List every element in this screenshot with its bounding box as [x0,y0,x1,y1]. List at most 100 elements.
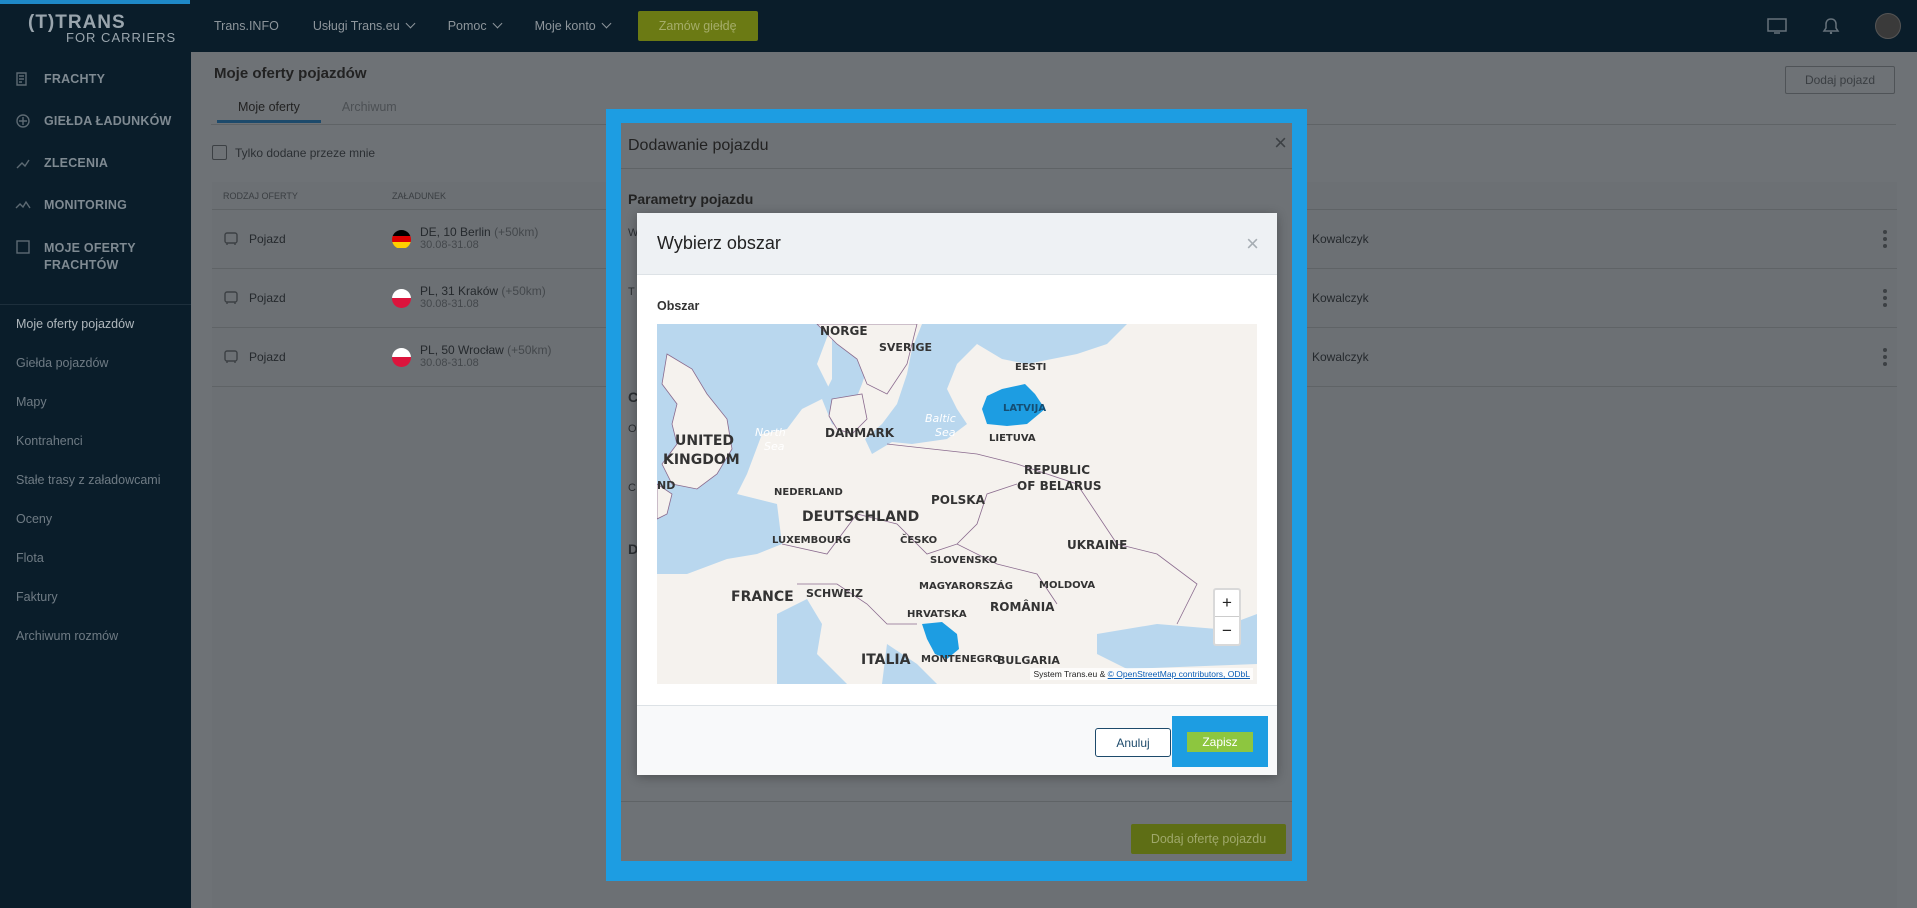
nav-help[interactable]: Pomoc [448,18,503,33]
zoom-out-button[interactable]: − [1215,617,1239,644]
row-menu-icon[interactable] [1883,227,1887,251]
sidebar-item-orders[interactable]: ZLECENIA [0,156,191,198]
offer-type-cell: Pojazd [223,290,286,306]
loading-location: PL, 50 Wrocław (+50km) 30.08-31.08 [420,344,552,370]
nav-services[interactable]: Usługi Trans.eu [313,18,416,33]
sidebar-sub-chat-archive[interactable]: Archiwum rozmów [0,629,191,668]
map-labels: NORGE SVERIGE EESTI LATVIJA LIETUVA UNIT… [657,324,1257,684]
loading-dates: 30.08-31.08 [420,357,479,369]
area-map[interactable]: NORGE SVERIGE EESTI LATVIJA LIETUVA UNIT… [657,324,1257,684]
map-label: ČESKO [900,535,938,546]
row-menu-icon[interactable] [1883,345,1887,369]
sidebar-sub-contractors[interactable]: Kontrahenci [0,434,191,473]
radius: (+50km) [501,284,546,298]
sidebar-sub-ratings[interactable]: Oceny [0,512,191,551]
map-label: SCHWEIZ [806,587,863,600]
logo-line-2: FOR CARRIERS [66,30,177,45]
nav-account-label: Moje konto [534,19,596,33]
city: 50 Wrocław [441,343,504,357]
filter-own-only[interactable]: Tylko dodane przeze mnie [212,145,375,160]
offer-type-cell: Pojazd [223,231,286,247]
sidebar-item-monitoring[interactable]: MONITORING [0,198,191,240]
chevron-down-icon [405,18,416,29]
sidebar-main-menu: FRACHTY GIEŁDA ŁADUNKÓW ZLECENIA MONITOR… [0,52,191,292]
loading-cell: PL, 31 Kraków (+50km) 30.08-31.08 [392,285,546,311]
sidebar-sub-maps[interactable]: Mapy [0,395,191,434]
country-code: DE [420,225,437,239]
top-bar: (T)TRANS FOR CARRIERS Trans.INFO Usługi … [0,0,1917,52]
tab-my-offers[interactable]: Moje oferty [217,100,321,123]
sidebar-item-my-offers[interactable]: MOJE OFERTY FRACHTÓW [0,240,191,292]
map-label: DEUTSCHLAND [802,509,920,525]
map-label: OF BELARUS [1017,479,1102,493]
sidebar-sub-fleet[interactable]: Flota [0,551,191,590]
add-vehicle-offer-button[interactable]: Dodaj ofertę pojazdu [1131,824,1286,854]
save-highlight-frame: Zapisz [1172,716,1268,767]
offer-type: Pojazd [249,291,286,305]
sidebar-sub-menu: Moje oferty pojazdów Giełda pojazdów Map… [0,317,191,668]
flag-de-icon [392,229,411,249]
nav-trans-info[interactable]: Trans.INFO [214,19,279,33]
tab-archive[interactable]: Archiwum [321,100,418,123]
chat-icon[interactable] [1767,18,1787,34]
attribution-prefix: System Trans.eu & [1033,669,1108,679]
avatar[interactable] [1875,13,1901,39]
map-label: LIETUVA [989,433,1036,444]
map-label: POLSKA [931,493,985,507]
close-icon[interactable]: × [1274,130,1287,156]
loading-cell: DE, 10 Berlin (+50km) 30.08-31.08 [392,226,538,252]
select-area-modal-title: Wybierz obszar [657,233,781,253]
map-label: NEDERLAND [774,487,843,498]
nav-account[interactable]: Moje konto [534,18,612,33]
map-label: LUXEMBOURG [772,535,851,546]
select-area-modal: Wybierz obszar × Obszar NORGE SVERIGE EE… [637,213,1277,775]
order-exchange-button[interactable]: Zamów giełdę [637,11,758,41]
contact-person: Kowalczyk [1312,350,1369,364]
top-nav: Trans.INFO Usługi Trans.eu Pomoc Moje ko… [214,0,758,52]
vehicle-params-title: Parametry pojazdu [628,191,754,207]
monitoring-icon [15,200,31,209]
sidebar-item-freight[interactable]: FRACHTY [0,72,191,114]
map-label: LATVIJA [1003,403,1047,414]
map-label: UKRAINE [1067,538,1128,552]
sidebar-item-cargo-exchange[interactable]: GIEŁDA ŁADUNKÓW [0,114,191,156]
map-label: EESTI [1015,362,1047,373]
sidebar-sub-vehicle-exchange[interactable]: Giełda pojazdów [0,356,191,395]
country-code: PL [420,343,435,357]
map-label: DANMARK [825,426,895,440]
orders-icon [16,159,30,169]
map-label: ITALIA [861,652,911,668]
country-code: PL [420,284,435,298]
map-label: MAGYARORSZÁG [919,581,1014,592]
map-label: MOLDOVA [1039,580,1096,591]
map-attribution: System Trans.eu & © OpenStreetMap contri… [1030,668,1253,680]
chevron-down-icon [492,18,503,29]
sidebar-sub-my-vehicle-offers[interactable]: Moje oferty pojazdów [0,317,191,356]
sidebar-sub-invoices[interactable]: Faktury [0,590,191,629]
vehicle-icon [224,350,238,363]
bell-icon[interactable] [1821,18,1841,34]
column-header-loading[interactable]: ZAŁADUNEK [392,191,446,201]
map-label: UNITED [675,433,735,449]
close-icon[interactable]: × [1246,231,1259,257]
logo[interactable]: (T)TRANS FOR CARRIERS [28,13,177,45]
row-menu-icon[interactable] [1883,286,1887,310]
add-vehicle-button[interactable]: Dodaj pojazd [1785,66,1895,94]
add-vehicle-modal-footer: Dodaj ofertę pojazdu [621,801,1292,861]
freight-icon [16,72,27,86]
map-label: FRANCE [731,589,794,605]
save-button[interactable]: Zapisz [1187,732,1253,752]
filter-checkbox[interactable] [212,145,227,160]
map-label: Sea [935,426,956,439]
loading-dates: 30.08-31.08 [420,239,479,251]
sidebar-sub-fixed-routes[interactable]: Stałe trasy z załadowcami [0,473,191,512]
column-header-offer-type[interactable]: RODZAJ OFERTY [223,191,298,201]
map-label: Sea [764,440,785,453]
cancel-button[interactable]: Anuluj [1095,728,1171,757]
zoom-in-button[interactable]: + [1215,590,1239,617]
offer-type: Pojazd [249,232,286,246]
top-icons [1767,0,1917,52]
sidebar-item-label: GIEŁDA ŁADUNKÓW [44,114,172,128]
osm-attribution-link[interactable]: © OpenStreetMap contributors, ODbL [1108,669,1250,679]
flag-pl-icon [392,347,411,367]
